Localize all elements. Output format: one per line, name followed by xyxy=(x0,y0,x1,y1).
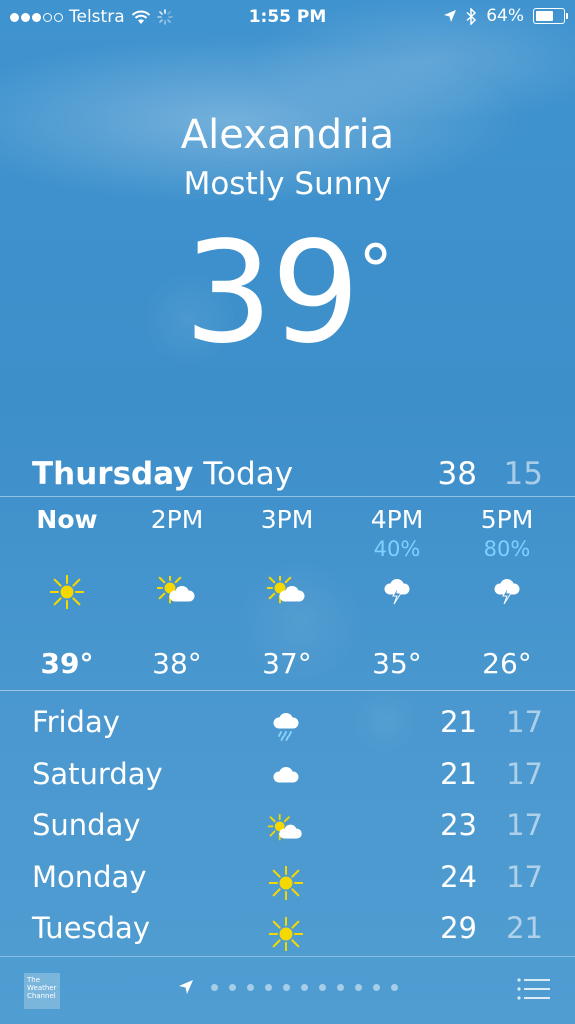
precip-chance: 40% xyxy=(373,537,421,561)
partly-cloudy-icon xyxy=(268,814,304,846)
page-dot[interactable] xyxy=(246,983,254,991)
precip-chance: 80% xyxy=(483,537,531,561)
daily-row: Saturday 21 17 xyxy=(32,755,543,807)
city-list-icon[interactable] xyxy=(517,977,551,1001)
daily-day: Tuesday xyxy=(32,911,150,945)
hourly-time: Now xyxy=(36,505,98,534)
hourly-item: 4PM 40% 35° xyxy=(342,505,452,685)
hourly-item: 3PM 37° xyxy=(232,505,342,685)
rain-cloud-icon xyxy=(268,711,304,743)
daily-forecast[interactable]: Friday 21 17 Saturday 21 17 Sunday 23 17… xyxy=(32,703,543,961)
daily-row: Friday 21 17 xyxy=(32,703,543,755)
daily-low: 17 xyxy=(506,705,543,739)
thunderstorm-icon xyxy=(452,567,562,617)
page-dot[interactable] xyxy=(336,983,344,991)
page-dot[interactable] xyxy=(354,983,362,991)
daily-day: Sunday xyxy=(32,808,141,842)
daily-day: Saturday xyxy=(32,756,163,791)
daily-high: 24 xyxy=(440,859,477,894)
page-dot[interactable] xyxy=(264,983,272,991)
precip-chance xyxy=(12,537,122,567)
temperature-value: 39 xyxy=(183,212,360,375)
hourly-temp: 37° xyxy=(262,647,312,680)
cloud-icon xyxy=(268,763,304,789)
page-indicator[interactable] xyxy=(0,979,575,995)
current-condition: Mostly Sunny xyxy=(183,166,392,202)
today-summary: Thursday Today 38 15 xyxy=(32,456,543,496)
sun-icon xyxy=(268,917,304,951)
city-name: Alexandria xyxy=(180,112,395,158)
page-dot[interactable] xyxy=(210,983,218,991)
today-label: Today xyxy=(203,456,294,492)
divider-top xyxy=(0,496,575,497)
daily-high: 23 xyxy=(440,808,477,842)
divider-middle xyxy=(0,690,575,691)
sun-icon xyxy=(268,865,304,900)
daily-low: 17 xyxy=(506,859,543,894)
daily-high: 21 xyxy=(440,705,477,739)
daily-row: Monday 24 17 xyxy=(32,858,543,910)
today-day-name: Thursday xyxy=(32,456,194,492)
sun-icon xyxy=(12,567,122,617)
battery-fill xyxy=(536,11,553,21)
hourly-time: 4PM xyxy=(370,505,424,534)
page-dot[interactable] xyxy=(318,983,326,991)
daily-low: 21 xyxy=(506,911,543,945)
daily-high: 29 xyxy=(440,911,477,945)
location-arrow-icon xyxy=(444,10,457,22)
today-low: 15 xyxy=(503,456,543,492)
precip-chance xyxy=(122,537,232,567)
bluetooth-icon xyxy=(466,7,477,25)
daily-day: Friday xyxy=(32,705,120,739)
battery-percent: 64% xyxy=(486,6,524,26)
hourly-item: Now 39° xyxy=(12,505,122,685)
hourly-time: 2PM xyxy=(150,505,204,534)
page-dot[interactable] xyxy=(300,983,308,991)
page-dot[interactable] xyxy=(228,983,236,991)
hourly-temp: 26° xyxy=(482,647,532,680)
status-right: 64% xyxy=(443,6,568,26)
battery-icon xyxy=(533,8,568,24)
hourly-item: 2PM 38° xyxy=(122,505,232,685)
degree-symbol: ° xyxy=(358,230,393,312)
page-dot[interactable] xyxy=(372,983,380,991)
bottom-bar: The Weather Channel xyxy=(0,957,575,1024)
current-location-icon xyxy=(178,980,193,994)
daily-high: 21 xyxy=(440,756,477,791)
daily-low: 17 xyxy=(506,756,543,791)
daily-day: Monday xyxy=(32,859,147,894)
page-dot[interactable] xyxy=(390,983,398,991)
page-dot[interactable] xyxy=(282,983,290,991)
hourly-forecast[interactable]: Now 39° 2PM 38° 3PM 37° 4PM 40% 35° 5PM … xyxy=(12,505,563,685)
thunderstorm-icon xyxy=(342,567,452,617)
hourly-item: 5PM 80% 26° xyxy=(452,505,562,685)
precip-chance xyxy=(232,537,342,567)
partly-cloudy-icon xyxy=(122,567,232,617)
current-temperature: 39° xyxy=(0,212,575,375)
hourly-temp: 38° xyxy=(152,647,202,680)
daily-row: Tuesday 29 21 xyxy=(32,909,543,961)
partly-cloudy-icon xyxy=(232,567,342,617)
hourly-temp: 39° xyxy=(40,647,94,680)
hourly-time: 3PM xyxy=(260,505,314,534)
hourly-temp: 35° xyxy=(372,647,422,680)
today-high: 38 xyxy=(437,456,477,492)
daily-low: 17 xyxy=(506,808,543,842)
daily-row: Sunday 23 17 xyxy=(32,806,543,858)
hourly-time: 5PM xyxy=(480,505,534,534)
status-bar: Telstra 1:55 PM 64% xyxy=(0,0,575,34)
